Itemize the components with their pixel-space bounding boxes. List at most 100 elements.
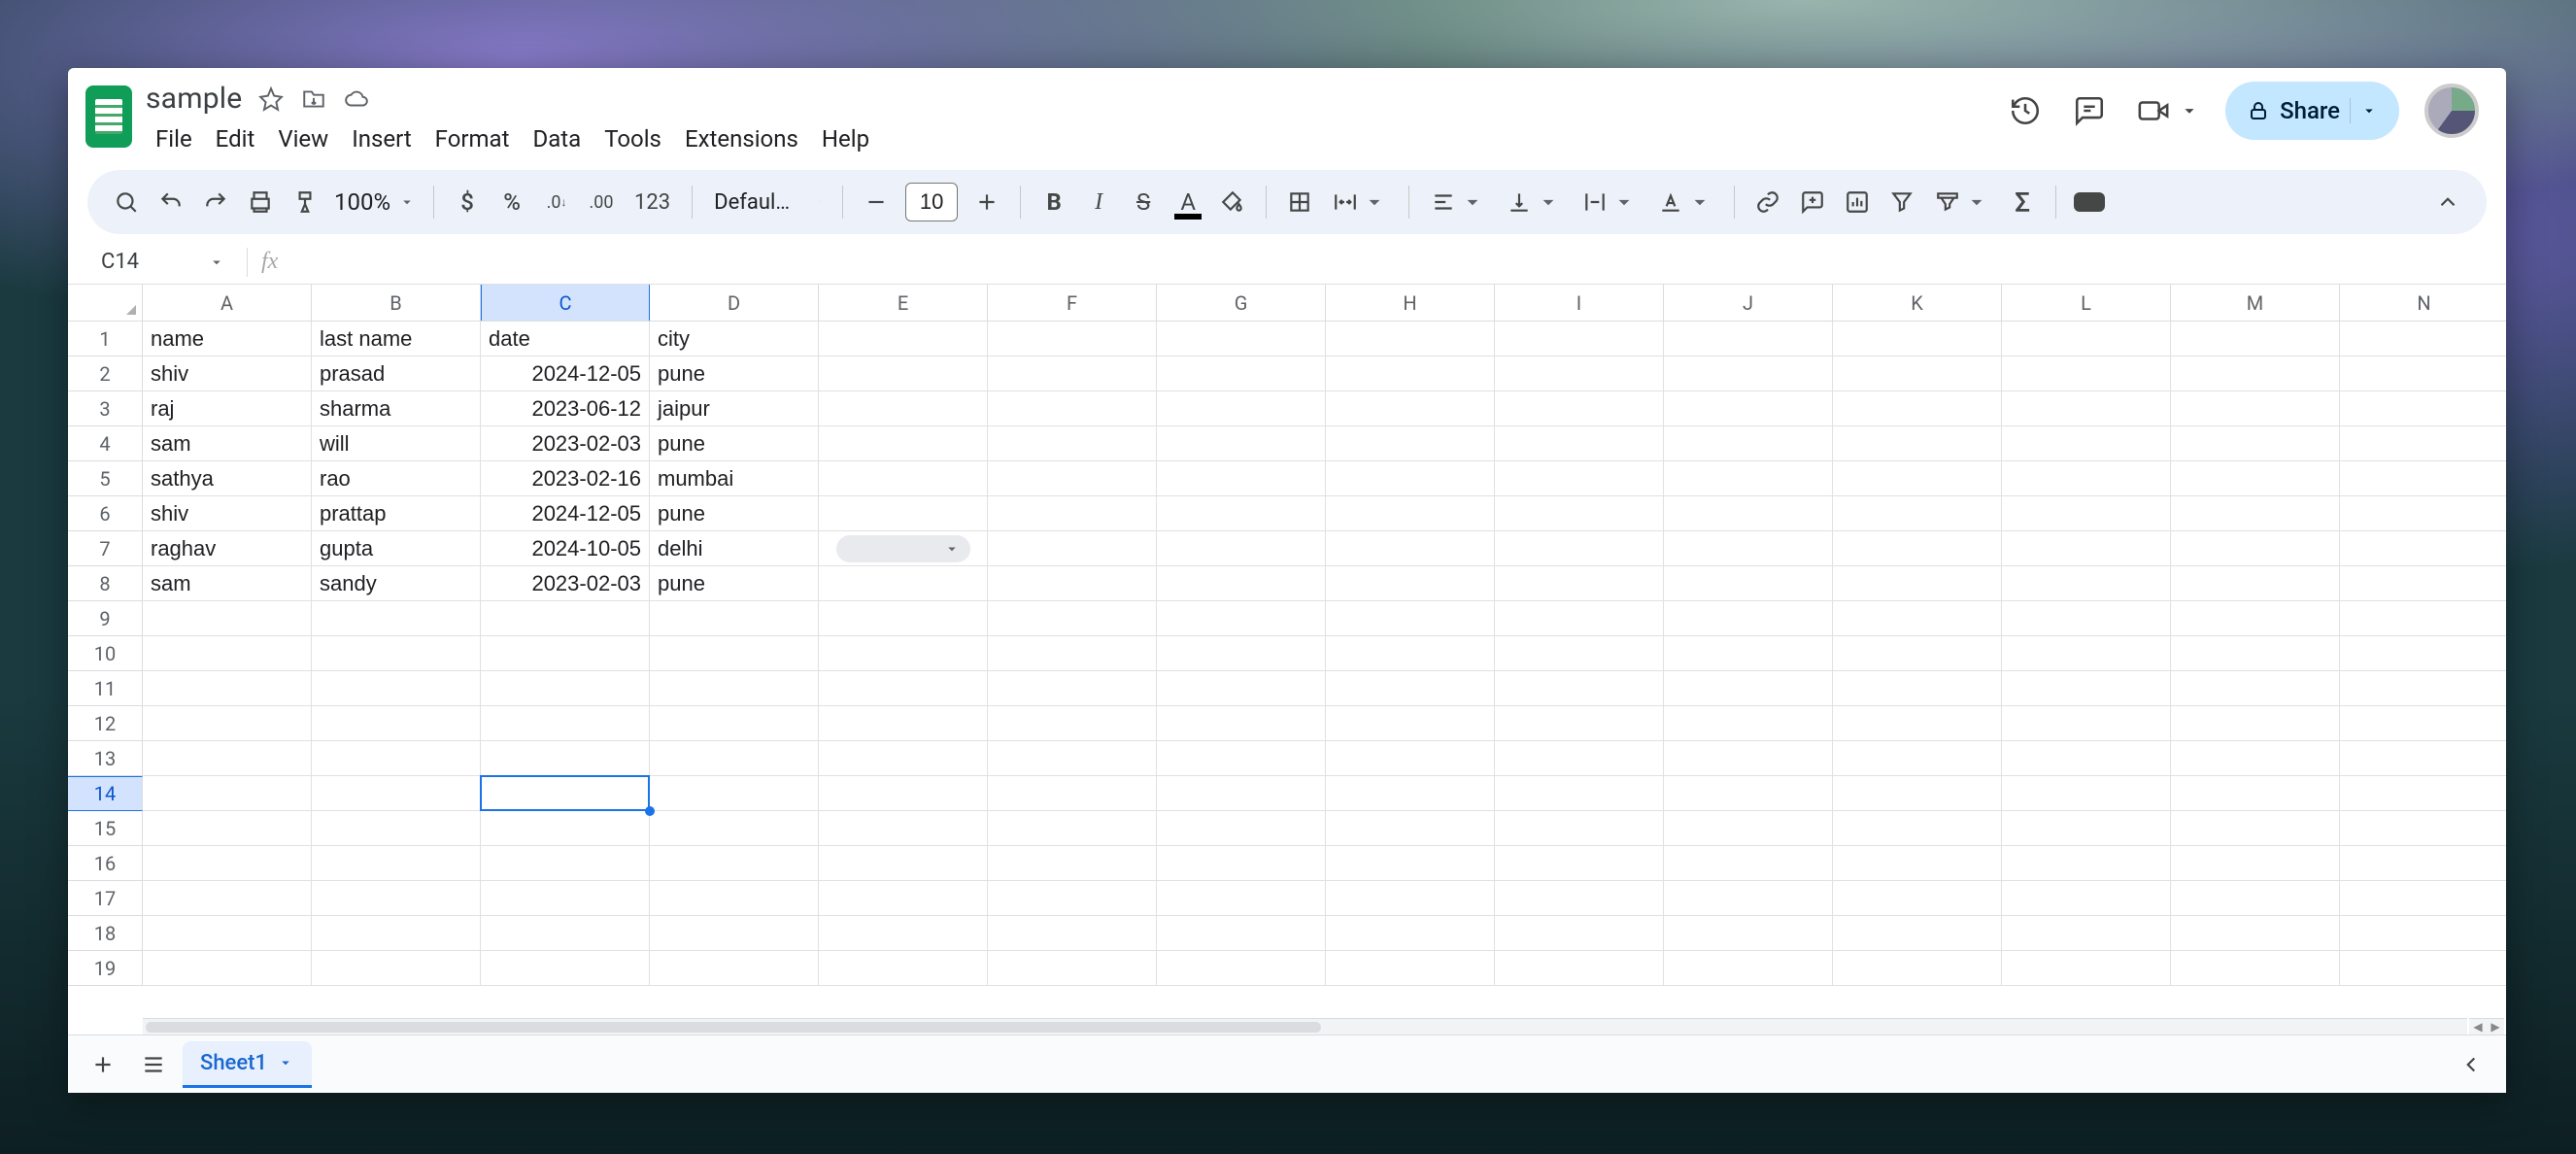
cell[interactable]	[1157, 951, 1326, 986]
cell[interactable]	[2340, 881, 2506, 916]
cell[interactable]: city	[650, 322, 819, 356]
cell[interactable]	[650, 881, 819, 916]
cell[interactable]	[1664, 356, 1833, 391]
cell[interactable]	[1833, 811, 2002, 846]
star-icon[interactable]	[257, 85, 285, 113]
cell[interactable]	[481, 706, 650, 741]
meet-icon[interactable]	[2134, 91, 2173, 130]
cell[interactable]	[1157, 811, 1326, 846]
row-header-10[interactable]: 10	[68, 636, 143, 671]
percent-icon[interactable]: %	[491, 181, 533, 223]
cell[interactable]	[819, 356, 988, 391]
cell[interactable]	[1157, 426, 1326, 461]
filter-icon[interactable]	[1881, 181, 1923, 223]
italic-icon[interactable]: I	[1077, 181, 1120, 223]
cell[interactable]	[988, 741, 1157, 776]
cell[interactable]	[650, 846, 819, 881]
cell[interactable]	[819, 636, 988, 671]
cell[interactable]	[819, 601, 988, 636]
cell[interactable]	[143, 706, 312, 741]
cloud-status-icon[interactable]	[343, 85, 370, 113]
cell[interactable]	[1326, 566, 1495, 601]
horizontal-scrollbar[interactable]	[143, 1018, 2467, 1035]
cell[interactable]	[1326, 881, 1495, 916]
cell[interactable]	[2002, 951, 2171, 986]
cell[interactable]	[1664, 461, 1833, 496]
row-header-14[interactable]: 14	[68, 776, 143, 811]
cell[interactable]	[1326, 846, 1495, 881]
cell[interactable]: 2024-12-05	[481, 356, 650, 391]
row-header-19[interactable]: 19	[68, 951, 143, 986]
collapse-toolbar-icon[interactable]	[2426, 181, 2469, 223]
cell[interactable]	[1157, 636, 1326, 671]
cell[interactable]	[2171, 322, 2340, 356]
cell[interactable]	[143, 776, 312, 811]
cell[interactable]	[2171, 741, 2340, 776]
cell[interactable]	[1833, 496, 2002, 531]
cell[interactable]: raghav	[143, 531, 312, 566]
cell[interactable]	[2340, 811, 2506, 846]
cell[interactable]	[143, 916, 312, 951]
cell[interactable]	[2002, 706, 2171, 741]
cell[interactable]	[312, 601, 481, 636]
cell[interactable]	[312, 951, 481, 986]
cell[interactable]	[1664, 776, 1833, 811]
undo-icon[interactable]	[150, 181, 192, 223]
account-avatar[interactable]	[2424, 84, 2479, 138]
cell[interactable]	[2340, 322, 2506, 356]
cell[interactable]	[988, 776, 1157, 811]
menu-tools[interactable]: Tools	[594, 121, 671, 156]
cell[interactable]	[143, 846, 312, 881]
col-header-D[interactable]: D	[650, 285, 819, 321]
decrease-font-icon[interactable]	[855, 181, 898, 223]
cell[interactable]	[1833, 846, 2002, 881]
cell[interactable]	[1326, 951, 1495, 986]
cell[interactable]	[2002, 811, 2171, 846]
borders-icon[interactable]	[1278, 181, 1321, 223]
cell[interactable]	[1157, 741, 1326, 776]
row-header-11[interactable]: 11	[68, 671, 143, 706]
menu-data[interactable]: Data	[523, 121, 591, 156]
cell[interactable]	[2171, 706, 2340, 741]
cell[interactable]	[312, 811, 481, 846]
cell[interactable]	[2002, 601, 2171, 636]
all-sheets-icon[interactable]	[132, 1043, 175, 1086]
move-icon[interactable]	[300, 85, 327, 113]
cell[interactable]	[819, 881, 988, 916]
vertical-align-icon[interactable]	[1497, 181, 1571, 223]
cell[interactable]	[1833, 706, 2002, 741]
cell[interactable]	[1495, 916, 1664, 951]
cell[interactable]	[2171, 426, 2340, 461]
row-header-2[interactable]: 2	[68, 356, 143, 391]
cell[interactable]	[2171, 461, 2340, 496]
col-header-A[interactable]: A	[143, 285, 312, 321]
cell[interactable]	[1664, 741, 1833, 776]
explore-collapse-icon[interactable]	[2450, 1043, 2492, 1086]
cell[interactable]	[143, 951, 312, 986]
cell[interactable]	[988, 426, 1157, 461]
filter-views-icon[interactable]	[1925, 181, 1999, 223]
cell[interactable]	[1833, 671, 2002, 706]
cell[interactable]	[650, 916, 819, 951]
cell[interactable]	[1326, 356, 1495, 391]
cell[interactable]	[1664, 846, 1833, 881]
cell[interactable]	[2340, 426, 2506, 461]
col-header-E[interactable]: E	[819, 285, 988, 321]
currency-icon[interactable]: $	[446, 181, 489, 223]
cell[interactable]: jaipur	[650, 391, 819, 426]
cell[interactable]	[1157, 776, 1326, 811]
cell[interactable]	[2002, 356, 2171, 391]
print-icon[interactable]	[239, 181, 282, 223]
cell[interactable]	[143, 811, 312, 846]
cell[interactable]	[819, 776, 988, 811]
col-header-H[interactable]: H	[1326, 285, 1495, 321]
search-menus-icon[interactable]	[105, 181, 148, 223]
cell[interactable]: delhi	[650, 531, 819, 566]
cell[interactable]: 2024-12-05	[481, 496, 650, 531]
cell[interactable]: gupta	[312, 531, 481, 566]
cell[interactable]: 2023-06-12	[481, 391, 650, 426]
cell[interactable]	[2171, 531, 2340, 566]
col-header-L[interactable]: L	[2002, 285, 2171, 321]
row-header-18[interactable]: 18	[68, 916, 143, 951]
meet-dropdown-icon[interactable]	[2179, 91, 2200, 130]
